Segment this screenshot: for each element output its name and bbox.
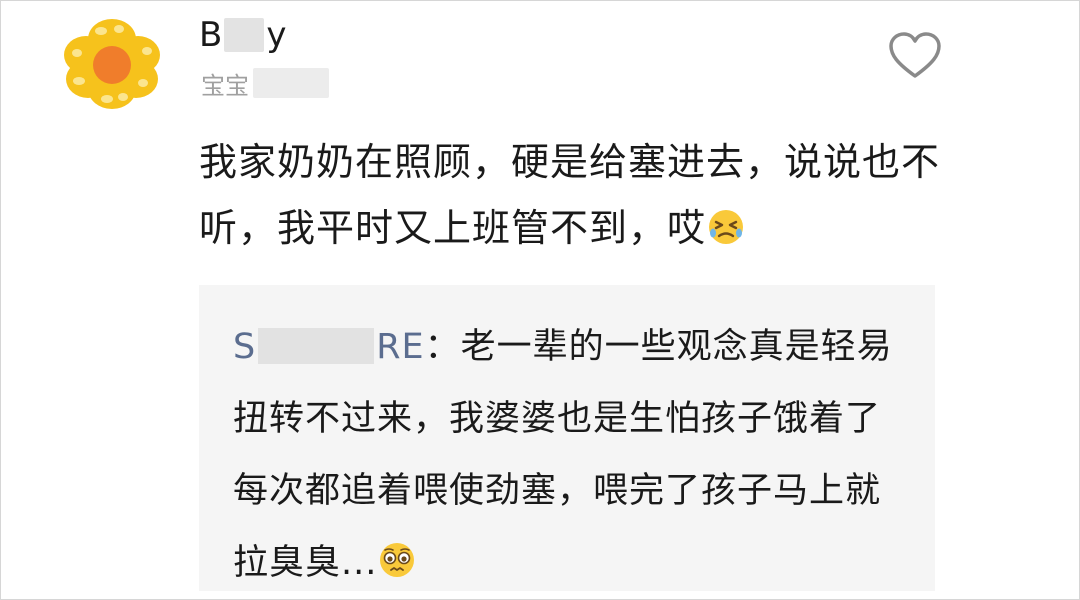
reply-name-prefix: S bbox=[233, 327, 257, 367]
subtitle-redaction bbox=[253, 68, 329, 98]
username-redaction bbox=[224, 18, 265, 52]
heart-outline-icon bbox=[889, 32, 941, 78]
comment-body: 我家奶奶在照顾，硬是给塞进去，说说也不听，我平时又上班管不到，哎 bbox=[199, 140, 941, 250]
pleading-face-icon bbox=[377, 540, 417, 580]
username-prefix: B bbox=[199, 15, 223, 55]
reply-name-suffix: RE bbox=[376, 327, 425, 367]
reply-name-redaction bbox=[258, 328, 375, 364]
reply-separator: ： bbox=[424, 327, 461, 367]
reply-username[interactable]: S RE bbox=[233, 327, 425, 367]
avatar[interactable] bbox=[57, 15, 167, 111]
reply-text: S RE：老一辈的一些观念真是轻易扭转不过来，我婆婆也是生怕孩子饿着了每次都追着喂… bbox=[233, 311, 893, 599]
reply-box[interactable]: S RE：老一辈的一些观念真是轻易扭转不过来，我婆婆也是生怕孩子饿着了每次都追着喂… bbox=[199, 285, 935, 591]
user-subtitle: 宝宝 bbox=[201, 67, 329, 100]
comment-text: 我家奶奶在照顾，硬是给塞进去，说说也不听，我平时又上班管不到，哎 bbox=[199, 129, 959, 261]
sunflower-avatar-icon bbox=[64, 19, 160, 109]
username-suffix: y bbox=[266, 15, 287, 55]
username[interactable]: B y bbox=[199, 13, 286, 57]
subtitle-text: 宝宝 bbox=[201, 71, 249, 100]
crying-squint-face-icon bbox=[706, 207, 746, 247]
comment-card: B y 宝宝 我家奶奶在照顾，硬是给塞进去，说说也不听，我平时又上班管不到，哎 … bbox=[0, 0, 1080, 600]
like-button[interactable] bbox=[887, 31, 943, 81]
